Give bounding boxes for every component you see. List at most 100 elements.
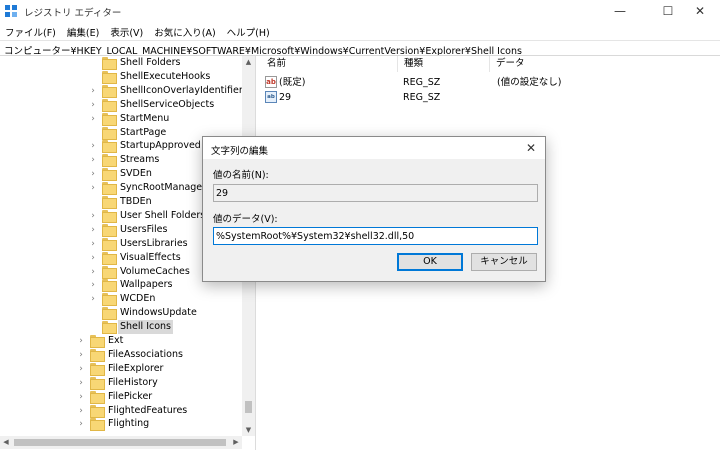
title-bar: レジストリ エディター — ☐ ✕ (0, 0, 720, 22)
folder-icon (90, 418, 105, 432)
tree-item-label: WCDEn (120, 293, 156, 305)
column-header-data[interactable]: データ (490, 56, 720, 72)
value-row-29[interactable]: ab 29 REG_SZ (261, 90, 720, 105)
chevron-right-icon[interactable]: › (89, 251, 97, 265)
tree-item-label: StartPage (120, 126, 167, 138)
value-row-default[interactable]: ab (既定) REG_SZ (値の設定なし) (261, 75, 720, 90)
dialog-body: 値の名前(N): 値のデータ(V): OK キャンセル (203, 159, 545, 281)
chevron-right-icon[interactable]: › (89, 278, 97, 292)
tree-item[interactable]: › FileHistory (0, 376, 240, 390)
chevron-right-icon[interactable]: › (89, 237, 97, 251)
tree-item[interactable]: › StartMenu (0, 112, 240, 126)
value-data-label: 値のデータ(V): (213, 214, 278, 225)
binary-value-icon: ab (265, 91, 277, 103)
folder-icon (90, 390, 105, 404)
chevron-right-icon[interactable]: › (89, 112, 97, 126)
folder-icon (90, 335, 105, 348)
tree-item[interactable]: ShellExecuteHooks (0, 70, 240, 84)
menu-view[interactable]: 表示(V) (105, 22, 149, 40)
chevron-right-icon[interactable]: › (77, 390, 85, 404)
folder-icon (102, 140, 117, 154)
chevron-right-icon[interactable]: › (89, 167, 97, 181)
folder-icon (90, 404, 105, 418)
tree-item-label: ShellExecuteHooks (120, 70, 211, 82)
registry-editor-icon (5, 5, 17, 17)
folder-icon (102, 237, 117, 251)
folder-icon (102, 293, 117, 307)
tree-item-label: TBDEn (120, 196, 152, 207)
folder-icon (102, 223, 117, 237)
scroll-left-arrow-icon[interactable]: ◀ (0, 436, 12, 449)
ok-button[interactable]: OK (397, 253, 463, 271)
scroll-thumb-horizontal[interactable] (14, 439, 226, 446)
address-bar[interactable]: コンピューター¥HKEY_LOCAL_MACHINE¥SOFTWARE¥Micr… (0, 40, 720, 56)
tree-item[interactable]: › FilePicker (0, 390, 240, 404)
tree-item[interactable]: › FileAssociations (0, 348, 240, 362)
scroll-up-arrow-icon[interactable]: ▲ (242, 56, 255, 68)
tree-item[interactable]: › FlightedFeatures (0, 404, 240, 418)
folder-icon (102, 321, 117, 335)
window-title: レジストリ エディター (24, 8, 122, 19)
chevron-right-icon[interactable]: › (89, 139, 97, 153)
chevron-right-icon[interactable]: › (77, 334, 85, 348)
menu-edit[interactable]: 編集(E) (62, 22, 105, 40)
tree-item-label: FlightedFeatures (108, 404, 188, 416)
folder-icon (102, 265, 117, 279)
folder-icon (102, 154, 117, 168)
scroll-down-arrow-icon[interactable]: ▼ (242, 424, 255, 436)
chevron-right-icon[interactable]: › (89, 265, 97, 279)
chevron-right-icon[interactable]: › (77, 417, 85, 431)
tree-item[interactable]: › ShellServiceObjects (0, 98, 240, 112)
tree-item-label: WindowsUpdate (120, 307, 197, 319)
menu-help[interactable]: ヘルプ(H) (222, 22, 276, 40)
tree-item-label: FilePicker (108, 390, 153, 402)
chevron-right-icon[interactable]: › (89, 292, 97, 306)
chevron-right-icon[interactable]: › (77, 362, 85, 376)
chevron-right-icon[interactable]: › (77, 348, 85, 362)
menu-file[interactable]: ファイル(F) (0, 22, 62, 40)
tree-item[interactable]: › ShellIconOverlayIdentifiers (0, 84, 248, 98)
tree-item-label: VolumeCaches (120, 265, 190, 277)
tree-item[interactable]: WindowsUpdate (0, 306, 240, 321)
cancel-button[interactable]: キャンセル (471, 253, 537, 271)
chevron-right-icon[interactable]: › (89, 153, 97, 167)
close-button[interactable]: ✕ (680, 0, 720, 22)
chevron-right-icon[interactable]: › (89, 84, 97, 98)
tree-item-label: Wallpapers (120, 279, 173, 291)
chevron-right-icon[interactable]: › (89, 209, 97, 223)
minimize-button[interactable]: — (600, 0, 640, 22)
tree-item-label: FileHistory (108, 376, 158, 388)
folder-icon (90, 376, 105, 390)
folder-icon (90, 348, 105, 362)
scroll-right-arrow-icon[interactable]: ▶ (230, 436, 242, 449)
value-type: REG_SZ (403, 92, 441, 103)
menu-favorites[interactable]: お気に入り(A) (149, 22, 221, 40)
column-header-name[interactable]: 名前 (261, 56, 398, 72)
tree-item[interactable]: › FileExplorer (0, 362, 240, 376)
scroll-thumb[interactable] (245, 401, 252, 413)
value-name-field[interactable] (213, 184, 538, 202)
chevron-right-icon[interactable]: › (77, 376, 85, 390)
tree-horizontal-scrollbar[interactable]: ◀ ▶ (0, 436, 242, 449)
folder-icon (102, 126, 117, 140)
tree-item[interactable]: › Flighting (0, 417, 240, 432)
tree-item[interactable]: Shell Icons (0, 320, 240, 335)
dialog-title-bar: 文字列の編集 ✕ (203, 137, 545, 159)
value-type: REG_SZ (403, 77, 441, 88)
tree-item-label: ShellIconOverlayIdentifiers (120, 84, 248, 96)
edit-string-dialog: 文字列の編集 ✕ 値の名前(N): 値のデータ(V): OK キャンセル (202, 136, 546, 282)
chevron-right-icon[interactable]: › (89, 181, 97, 195)
dialog-close-icon[interactable]: ✕ (523, 140, 539, 156)
tree-item-label: StartMenu (120, 112, 170, 124)
tree-item-label: Shell Icons (118, 320, 174, 335)
folder-icon (102, 182, 117, 196)
chevron-right-icon[interactable]: › (77, 404, 85, 418)
tree-item[interactable]: › WCDEn (0, 292, 240, 307)
value-data-field[interactable] (213, 227, 538, 245)
column-header-type[interactable]: 種類 (398, 56, 490, 72)
value-name: 29 (279, 92, 292, 103)
tree-item[interactable]: Shell Folders (0, 56, 240, 70)
chevron-right-icon[interactable]: › (89, 98, 97, 112)
tree-item[interactable]: › Ext (0, 334, 240, 348)
chevron-right-icon[interactable]: › (89, 223, 97, 237)
